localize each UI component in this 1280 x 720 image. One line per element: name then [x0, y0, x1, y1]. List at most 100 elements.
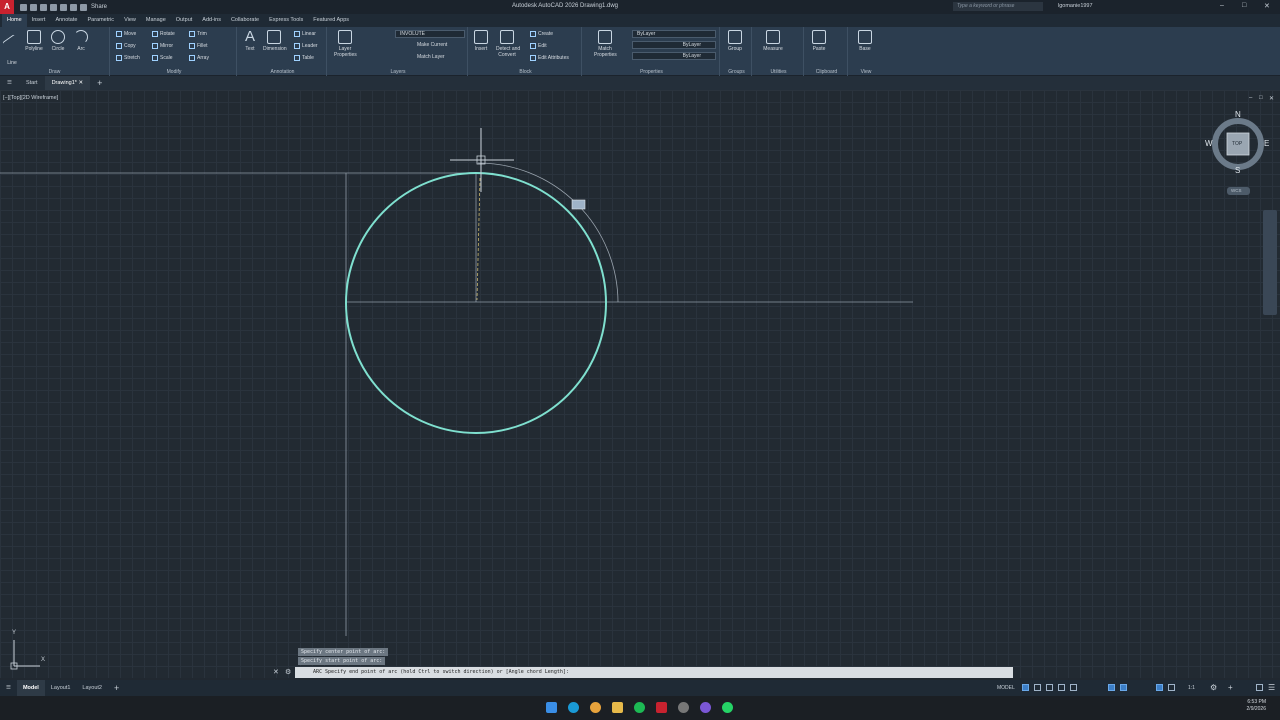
insert-button[interactable]: Insert: [470, 30, 492, 52]
model-space-toggle[interactable]: MODEL: [997, 685, 1015, 691]
minimize-icon[interactable]: –: [1220, 2, 1224, 9]
snap-icon[interactable]: [1034, 684, 1041, 691]
base-button[interactable]: Base: [854, 30, 876, 52]
modify-panel-title[interactable]: Modify: [112, 69, 236, 75]
hamburger-menu-icon[interactable]: ☰: [0, 76, 19, 90]
trim-button[interactable]: Trim: [189, 31, 207, 37]
tab-output[interactable]: Output: [171, 14, 198, 27]
viewport-restore-icon[interactable]: □: [1259, 95, 1263, 101]
new-tab-icon[interactable]: +: [90, 76, 109, 90]
add-layout-icon[interactable]: +: [108, 680, 125, 696]
viewport-minimize-icon[interactable]: –: [1249, 95, 1252, 101]
command-customize-icon[interactable]: ⚙: [285, 668, 291, 676]
line-button[interactable]: Line: [1, 30, 23, 66]
start-menu-icon[interactable]: [546, 702, 557, 713]
scale-button[interactable]: Scale: [152, 55, 173, 61]
rotate-button[interactable]: Rotate: [152, 31, 175, 37]
copy-button[interactable]: Copy: [116, 43, 136, 49]
fullscreen-icon[interactable]: [1256, 684, 1263, 691]
mirror-button[interactable]: Mirror: [152, 43, 173, 49]
linetype-dropdown[interactable]: ByLayer: [632, 41, 716, 49]
polar-icon[interactable]: [1058, 684, 1065, 691]
annotation-visibility-icon[interactable]: [1156, 684, 1163, 691]
tab-view[interactable]: View: [119, 14, 141, 27]
group-button[interactable]: Group: [724, 30, 746, 52]
viewcube-west[interactable]: W: [1205, 139, 1213, 148]
dimension-button[interactable]: Dimension: [263, 30, 287, 52]
tab-parametric[interactable]: Parametric: [82, 14, 119, 27]
edit-attributes-button[interactable]: Edit Attributes: [530, 55, 569, 61]
view-panel-title[interactable]: View: [850, 69, 882, 75]
drawing-canvas[interactable]: [0, 90, 1280, 678]
layers-panel-title[interactable]: Layers: [329, 69, 467, 75]
tab-start[interactable]: Start: [19, 76, 45, 90]
system-clock[interactable]: 6:53 PM 2/9/2026: [1247, 699, 1266, 713]
tab-layout2[interactable]: Layout2: [76, 680, 108, 696]
tab-manage[interactable]: Manage: [141, 14, 171, 27]
utilities-panel-title[interactable]: Utilities: [754, 69, 803, 75]
close-icon[interactable]: ✕: [1264, 2, 1270, 10]
linear-button[interactable]: Linear: [294, 31, 316, 37]
tab-annotate[interactable]: Annotate: [50, 14, 82, 27]
tab-express-tools[interactable]: Express Tools: [264, 14, 308, 27]
search-input[interactable]: Type a keyword or phrase: [953, 2, 1043, 11]
measure-button[interactable]: Measure: [762, 30, 784, 52]
text-button[interactable]: A Text: [239, 29, 261, 52]
chrome-browser-icon[interactable]: [590, 702, 601, 713]
create-block-button[interactable]: Create: [530, 31, 553, 37]
viewcube-east[interactable]: E: [1264, 139, 1269, 148]
table-button[interactable]: Table: [294, 55, 314, 61]
viewcube-north[interactable]: N: [1235, 110, 1241, 119]
block-panel-title[interactable]: Block: [470, 69, 581, 75]
grid-icon[interactable]: [1022, 684, 1029, 691]
isodraft-icon[interactable]: [1070, 684, 1077, 691]
viewport-controls[interactable]: [−][Top][2D Wireframe]: [3, 95, 58, 101]
match-properties-button[interactable]: Match Properties: [594, 30, 617, 58]
edit-block-button[interactable]: Edit: [530, 43, 547, 49]
clipboard-panel-title[interactable]: Clipboard: [806, 69, 847, 75]
tab-model[interactable]: Model: [16, 680, 45, 696]
customization-icon[interactable]: ☰: [1268, 683, 1275, 692]
arc-button[interactable]: Arc: [70, 30, 92, 52]
make-current-button[interactable]: Make Current: [417, 42, 447, 48]
autoscale-icon[interactable]: [1168, 684, 1175, 691]
tab-layout1[interactable]: Layout1: [45, 680, 77, 696]
workspace-gear-icon[interactable]: ⚙: [1210, 683, 1217, 692]
fillet-button[interactable]: Fillet: [189, 43, 208, 49]
whatsapp-icon[interactable]: [722, 702, 733, 713]
circle-button[interactable]: Circle: [47, 30, 69, 52]
tab-collaborate[interactable]: Collaborate: [226, 14, 264, 27]
paste-button[interactable]: Paste: [808, 30, 830, 52]
tab-drawing1[interactable]: Drawing1* ✕: [44, 76, 91, 90]
object-snap-tracking-icon[interactable]: [1108, 684, 1115, 691]
viewport-close-icon[interactable]: ✕: [1269, 95, 1274, 102]
plus-icon[interactable]: +: [1228, 683, 1233, 692]
groups-panel-title[interactable]: Groups: [722, 69, 751, 75]
layer-dropdown[interactable]: INVOLUTE: [395, 30, 465, 38]
app-icon[interactable]: [700, 702, 711, 713]
properties-panel-title[interactable]: Properties: [584, 69, 719, 75]
ortho-icon[interactable]: [1046, 684, 1053, 691]
annotation-scale[interactable]: 1:1: [1188, 685, 1195, 691]
tab-add-ins[interactable]: Add-ins: [197, 14, 226, 27]
array-button[interactable]: Array: [189, 55, 209, 61]
layout-menu-icon[interactable]: ☰: [0, 680, 17, 696]
leader-button[interactable]: Leader: [294, 43, 318, 49]
color-dropdown[interactable]: ByLayer: [632, 30, 716, 38]
move-button[interactable]: Move: [116, 31, 136, 37]
close-tab-icon[interactable]: ✕: [78, 80, 83, 86]
command-close-icon[interactable]: ✕: [273, 668, 279, 676]
tab-featured-apps[interactable]: Featured Apps: [308, 14, 354, 27]
tab-home[interactable]: Home: [2, 14, 27, 27]
user-account[interactable]: lgomanie1997: [1058, 3, 1093, 9]
tab-insert[interactable]: Insert: [27, 14, 51, 27]
edge-browser-icon[interactable]: [568, 702, 579, 713]
spotify-icon[interactable]: [634, 702, 645, 713]
detect-convert-button[interactable]: Detect and Convert: [496, 30, 520, 58]
file-explorer-icon[interactable]: [612, 702, 623, 713]
command-line-input[interactable]: ARC Specify end point of arc (hold Ctrl …: [295, 667, 1013, 678]
autocad-taskbar-icon[interactable]: [656, 702, 667, 713]
stretch-button[interactable]: Stretch: [116, 55, 140, 61]
match-layer-button[interactable]: Match Layer: [417, 54, 445, 60]
viewcube-south[interactable]: S: [1235, 166, 1240, 175]
